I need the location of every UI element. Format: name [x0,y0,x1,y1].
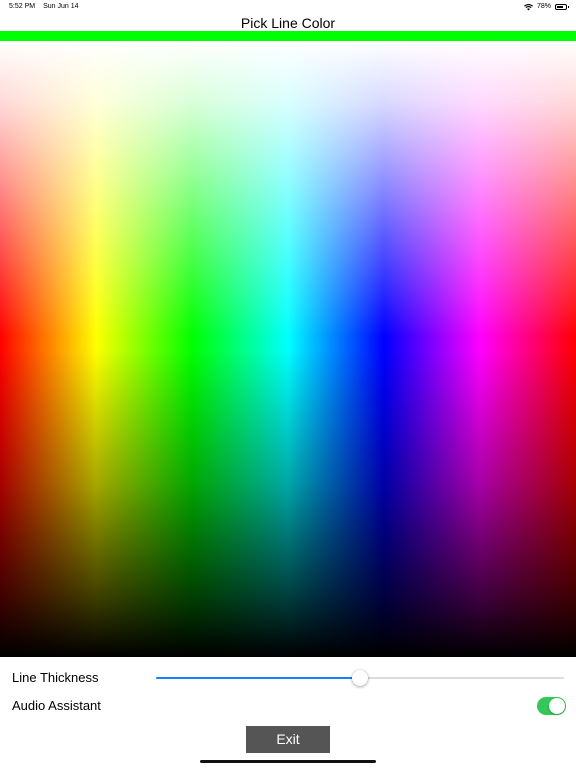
home-indicator [200,760,376,763]
toggle-knob [549,698,565,714]
slider-thumb[interactable] [352,670,368,686]
audio-assistant-toggle[interactable] [537,697,566,715]
selected-color-preview [0,31,576,41]
wifi-icon [524,3,533,10]
battery-icon [555,4,569,10]
color-picker-screen: 5:52 PM Sun Jun 14 78% Pick Line Color Li… [0,0,576,768]
color-picker-area[interactable] [0,41,576,657]
status-time: 5:52 PM [9,3,36,10]
exit-button[interactable]: Exit [246,726,330,753]
page-title: Pick Line Color [240,15,336,31]
battery-percent: 78% [536,3,551,10]
battery-fill [557,6,564,8]
line-thickness-label: Line Thickness [12,670,99,685]
lightness-gradient [0,41,576,657]
status-bar: 5:52 PM Sun Jun 14 78% [0,0,576,14]
status-left: 5:52 PM Sun Jun 14 [9,0,79,14]
status-date: Sun Jun 14 [43,3,79,10]
line-thickness-slider[interactable] [156,668,564,688]
audio-assistant-label: Audio Assistant [12,698,101,713]
status-right: 78% [524,0,569,14]
slider-fill [156,677,360,679]
